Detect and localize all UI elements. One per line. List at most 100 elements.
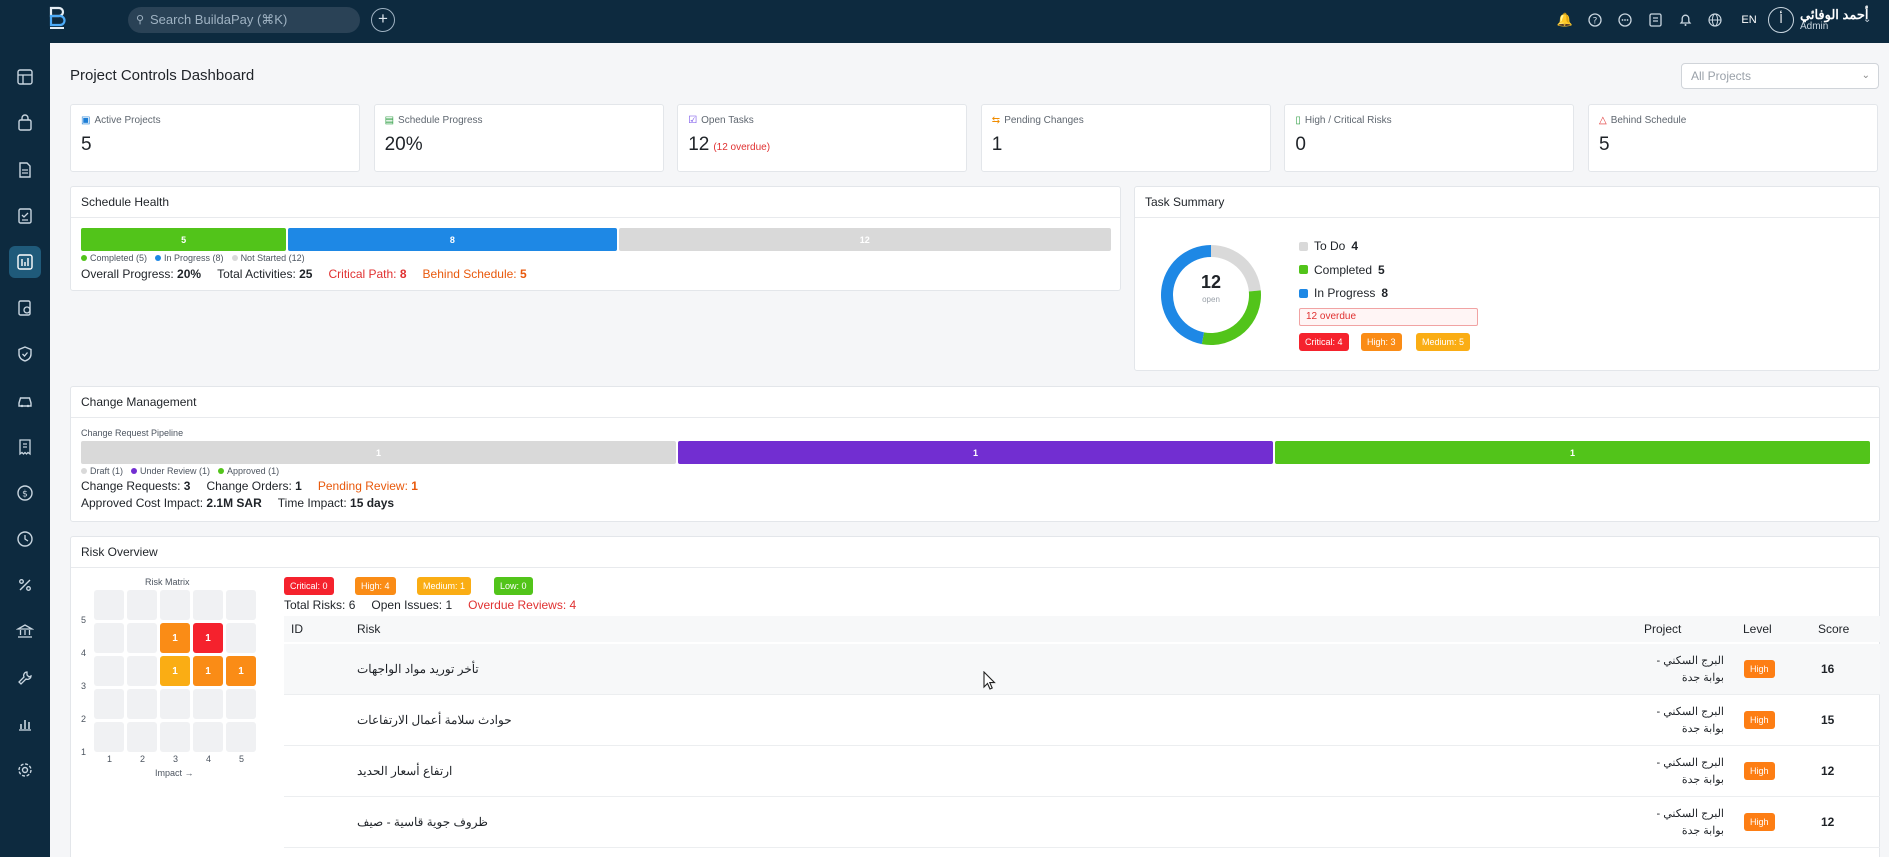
document-icon[interactable] bbox=[9, 154, 41, 186]
risk-title: تأخر توريد مواد الواجهات bbox=[357, 662, 479, 676]
matrix-cell bbox=[94, 722, 124, 752]
legend-item: In Progress (8) bbox=[155, 253, 224, 263]
globe-icon[interactable] bbox=[1700, 10, 1730, 30]
bar-segment[interactable]: 1 bbox=[81, 441, 676, 464]
percent-icon[interactable] bbox=[9, 569, 41, 601]
kpi-card-open-tasks[interactable]: ☑ Open Tasks 12 (12 overdue) bbox=[677, 104, 968, 172]
chevron-down-icon[interactable]: ⌄ bbox=[1863, 14, 1871, 25]
schedule-progress-icon: ▤ bbox=[384, 115, 395, 126]
search-input[interactable]: ⚲ Search BuildaPay (⌘K) bbox=[128, 7, 360, 33]
matrix-cell bbox=[127, 689, 157, 719]
bar-segment[interactable]: 5 bbox=[81, 228, 287, 251]
matrix-y-tick: 1 bbox=[81, 747, 87, 757]
project-filter-select[interactable]: All Projects ⌄ bbox=[1681, 63, 1879, 89]
page-title: Project Controls Dashboard bbox=[70, 67, 255, 84]
risk-score: 16 bbox=[1821, 662, 1835, 676]
risk-project: البرج السكني - بوابة جدة bbox=[1656, 655, 1724, 684]
column-header-score[interactable]: Score bbox=[1818, 622, 1849, 636]
mouse-cursor-icon bbox=[983, 671, 996, 690]
legend-item: Under Review (1) bbox=[131, 466, 210, 476]
kpi-value: 0 bbox=[1295, 134, 1306, 155]
table-row[interactable]: ظروف جوية قاسية - صيف البرج السكني - بواب… bbox=[284, 797, 1880, 848]
tasks-icon[interactable] bbox=[1640, 10, 1670, 30]
matrix-cell[interactable]: 1 bbox=[160, 623, 190, 653]
checklist-icon[interactable] bbox=[9, 200, 41, 232]
kpi-card-active-projects[interactable]: ▣ Active Projects 5 bbox=[70, 104, 360, 172]
risk-table-header: ID Risk Project Level Score bbox=[284, 616, 1880, 642]
clock-icon[interactable] bbox=[9, 523, 41, 555]
search-placeholder: Search BuildaPay (⌘K) bbox=[150, 12, 288, 27]
legend-dot bbox=[81, 468, 87, 474]
matrix-y-tick: 3 bbox=[81, 681, 87, 691]
bank-icon[interactable] bbox=[9, 615, 41, 647]
legend-dot bbox=[155, 255, 162, 261]
notification-bell-icon[interactable] bbox=[1670, 10, 1700, 30]
matrix-cell[interactable]: 1 bbox=[226, 656, 256, 686]
task-legend-item: In Progress 8 bbox=[1299, 286, 1388, 300]
kpi-card-high-critical-risks[interactable]: ▯ High / Critical Risks 0 bbox=[1284, 104, 1575, 172]
donut-center-label: open bbox=[1202, 295, 1220, 304]
overall-progress-stat: Overall Progress: 20% bbox=[81, 267, 202, 281]
bar-segment[interactable]: 1 bbox=[1275, 441, 1870, 464]
matrix-cell[interactable]: 1 bbox=[160, 656, 190, 686]
kpi-card-behind-schedule[interactable]: △ Behind Schedule 5 bbox=[1588, 104, 1878, 172]
bell-alert-icon[interactable]: 🔔 bbox=[1550, 10, 1580, 30]
bar-segment[interactable]: 12 bbox=[618, 228, 1111, 251]
chat-icon[interactable] bbox=[1610, 10, 1640, 30]
wrench-icon[interactable] bbox=[9, 662, 41, 694]
risk-level-badge: High: 4 bbox=[355, 577, 396, 595]
kpi-value: 12 (12 overdue) bbox=[688, 134, 771, 155]
project-controls-icon[interactable] bbox=[9, 246, 41, 278]
task-summary-title: Task Summary bbox=[1135, 187, 1879, 218]
donut-center-value: 12 bbox=[1200, 272, 1222, 292]
priority-badge: Medium: 5 bbox=[1416, 333, 1471, 351]
column-header-risk[interactable]: Risk bbox=[357, 622, 380, 636]
language-toggle[interactable]: EN bbox=[1730, 10, 1768, 30]
behind-schedule-stat: Behind Schedule: 5 bbox=[422, 267, 527, 281]
add-button[interactable]: + bbox=[371, 8, 395, 32]
svg-text:$: $ bbox=[22, 490, 28, 500]
kpi-label: ▤ Schedule Progress bbox=[384, 115, 483, 126]
legend-swatch bbox=[1299, 265, 1308, 274]
matrix-cell bbox=[94, 590, 124, 620]
user-role: Admin bbox=[1800, 21, 1829, 32]
bar-segment[interactable]: 8 bbox=[288, 228, 617, 251]
change-requests-stat: Change Requests: 3 bbox=[81, 479, 191, 493]
task-legend-item: To Do 4 bbox=[1299, 239, 1358, 253]
avatar[interactable]: أ bbox=[1768, 7, 1794, 33]
open-tasks-icon: ☑ bbox=[688, 115, 698, 126]
inspection-icon[interactable] bbox=[9, 292, 41, 324]
approved-cost-stat: Approved Cost Impact: 2.1M SAR bbox=[81, 496, 262, 510]
column-header-level[interactable]: Level bbox=[1743, 622, 1772, 636]
table-row[interactable]: حوادث سلامة أعمال الارتفاعات البرج السكني… bbox=[284, 695, 1880, 746]
app-logo[interactable] bbox=[48, 6, 66, 32]
vehicle-icon[interactable] bbox=[9, 385, 41, 417]
kpi-card-pending-changes[interactable]: ⇆ Pending Changes 1 bbox=[980, 104, 1271, 172]
gear-icon[interactable] bbox=[9, 754, 41, 786]
change-stats-row2: Approved Cost Impact: 2.1M SAR Time Impa… bbox=[81, 496, 394, 510]
task-legend-item: Completed 5 bbox=[1299, 263, 1385, 277]
table-row[interactable]: تأخر توريد مواد الواجهات البرج السكني - ب… bbox=[284, 644, 1880, 695]
risk-title: ظروف جوية قاسية - صيف bbox=[357, 815, 488, 829]
active-projects-icon: ▣ bbox=[81, 115, 91, 126]
table-row[interactable]: ارتفاع أسعار الحديد البرج السكني - بوابة … bbox=[284, 746, 1880, 797]
column-header-id[interactable]: ID bbox=[291, 622, 303, 636]
risk-overview-title: Risk Overview bbox=[71, 537, 1879, 568]
kpi-card-schedule-progress[interactable]: ▤ Schedule Progress 20% bbox=[373, 104, 664, 172]
matrix-cell[interactable]: 1 bbox=[193, 623, 223, 653]
top-bar: ⚲ Search BuildaPay (⌘K) + 🔔 ? EN أ أحمد … bbox=[0, 0, 1889, 43]
matrix-cell bbox=[193, 689, 223, 719]
column-header-project[interactable]: Project bbox=[1644, 622, 1681, 636]
help-icon[interactable]: ? bbox=[1580, 10, 1610, 30]
dashboard-icon[interactable] bbox=[9, 61, 41, 93]
dollar-icon[interactable]: $ bbox=[9, 477, 41, 509]
risk-level-badge: High bbox=[1744, 660, 1775, 678]
shield-icon[interactable] bbox=[9, 338, 41, 370]
receipt-icon[interactable] bbox=[9, 431, 41, 463]
shopping-bag-icon[interactable] bbox=[9, 107, 41, 139]
bar-segment[interactable]: 1 bbox=[678, 441, 1273, 464]
change-pipeline-bar: 111 bbox=[81, 441, 1870, 464]
risk-level-badge: Medium: 1 bbox=[417, 577, 472, 595]
matrix-cell[interactable]: 1 bbox=[193, 656, 223, 686]
reports-chart-icon[interactable] bbox=[9, 708, 41, 740]
